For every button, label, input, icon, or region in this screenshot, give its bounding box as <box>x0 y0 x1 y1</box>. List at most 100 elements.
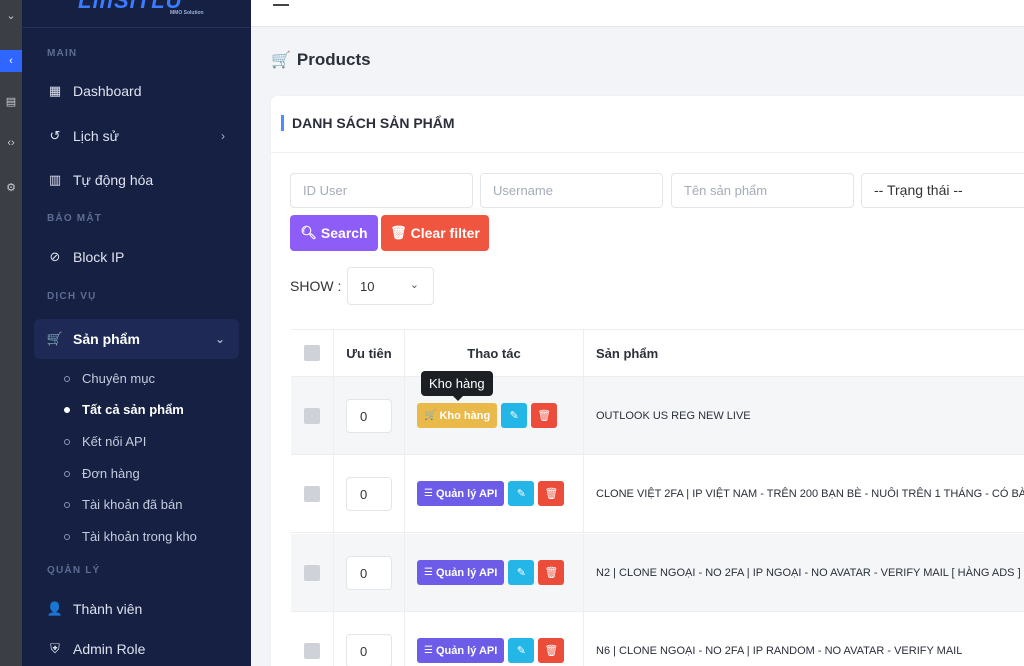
product-name: N6 | CLONE NGOẠI - NO 2FA | IP RANDOM - … <box>596 644 963 657</box>
row-checkbox[interactable] <box>304 564 320 581</box>
table-row: 0 ☰ Quản lý API ✎ 🗑︎ N6 | CLONE NGOẠI - N… <box>291 612 1024 666</box>
delete-button[interactable]: 🗑︎ <box>538 560 565 585</box>
edit-button[interactable]: ✎ <box>508 481 535 506</box>
sidebar-item-products[interactable]: 🛒 Sản phẩm ⌄ <box>34 319 239 359</box>
cart-icon: 🛒 <box>271 52 291 69</box>
chevron-down-icon[interactable]: ⌄ <box>0 4 22 26</box>
collapse-icon[interactable]: ‹ <box>0 50 22 72</box>
card-title: DANH SÁCH SẢN PHẨM <box>281 115 455 131</box>
sidebar-item-dashboard[interactable]: ▦ Dashboard <box>34 72 239 110</box>
header-select-all[interactable] <box>291 330 334 376</box>
sidebar-item-label: Sản phẩm <box>73 331 140 347</box>
delete-button[interactable]: 🗑︎ <box>531 403 558 428</box>
user-icon: 👤 <box>46 601 64 616</box>
api-manage-button[interactable]: ☰ Quản lý API <box>417 560 505 585</box>
sidebar-item-block-ip[interactable]: ⊘ Block IP <box>34 238 239 276</box>
block-icon: ⊘ <box>49 249 61 264</box>
delete-button[interactable]: 🗑︎ <box>538 638 565 663</box>
priority-input[interactable]: 0 <box>346 633 392 666</box>
dashboard-icon: ▦ <box>48 83 62 98</box>
product-name: N2 | CLONE NGOẠI - NO 2FA | IP NGOẠI - N… <box>596 566 1021 579</box>
sidebar-item-label: Block IP <box>73 249 125 265</box>
edit-icon: ✎ <box>516 567 526 579</box>
menu-toggle-icon[interactable] <box>273 4 289 6</box>
row-checkbox[interactable] <box>304 485 320 502</box>
edit-button[interactable]: ✎ <box>508 638 535 663</box>
username-input[interactable] <box>480 173 663 208</box>
sidebar-subitem-categories[interactable]: Chuyên mục <box>64 371 155 386</box>
chevron-right-icon: › <box>221 129 225 143</box>
page-size-select[interactable]: 10 ⌄ <box>347 267 434 305</box>
sidebar-subitem-sold-accounts[interactable]: Tài khoản đã bán <box>64 497 182 512</box>
status-select[interactable]: -- Trạng thái -- <box>861 173 1024 208</box>
sidebar-divider <box>22 27 251 28</box>
trash-icon: 🗑︎ <box>390 225 407 240</box>
delete-button[interactable]: 🗑︎ <box>538 481 565 506</box>
priority-input[interactable]: 0 <box>346 555 392 590</box>
chevron-down-icon: ⌄ <box>214 332 225 346</box>
row-checkbox[interactable] <box>304 407 320 424</box>
api-manage-button[interactable]: ☰ Quản lý API <box>417 638 505 663</box>
cart-icon: 🛒 <box>424 410 437 421</box>
top-bar <box>251 0 1024 27</box>
table-row: 0 🛒 Kho hàng ✎ 🗑︎ OUTLOOK US REG NEW LIVE <box>291 377 1024 455</box>
history-icon: ↺ <box>49 128 61 143</box>
stock-button[interactable]: 🛒 Kho hàng <box>417 403 498 428</box>
sidebar-subitem-all-products[interactable]: Tất cả sản phẩm <box>64 402 184 417</box>
api-manage-button[interactable]: ☰ Quản lý API <box>417 481 505 506</box>
sidebar-subitem-orders[interactable]: Đơn hàng <box>64 466 140 481</box>
edit-icon: ✎ <box>516 488 526 500</box>
trash-icon: 🗑︎ <box>544 645 559 657</box>
card-header: DANH SÁCH SẢN PHẨM <box>271 96 1024 153</box>
search-button[interactable]: 🔍︎ Search <box>290 215 378 251</box>
trash-icon: 🗑︎ <box>544 567 559 579</box>
sidebar-subitem-stock-accounts[interactable]: Tài khoản trong kho <box>64 529 197 544</box>
header-product: Sản phẩm <box>584 330 1024 376</box>
sidebar-item-admin-role[interactable]: ⛨ Admin Role <box>34 630 239 666</box>
products-card: DANH SÁCH SẢN PHẨM -- Trạng thái -- 🔍︎ S… <box>271 96 1024 666</box>
code-icon[interactable]: ‹› <box>0 132 22 154</box>
cart-icon: 🛒 <box>46 331 64 346</box>
trash-icon: 🗑︎ <box>537 410 552 422</box>
edit-icon: ✎ <box>516 645 526 657</box>
edit-button[interactable]: ✎ <box>501 403 528 428</box>
sidebar-item-automation[interactable]: ▥ Tự động hóa <box>34 161 239 199</box>
table-row: 0 ☰ Quản lý API ✎ 🗑︎ N2 | CLONE NGOẠI - N… <box>291 534 1024 612</box>
table-header: Ưu tiên Thao tác Sản phẩm <box>291 329 1024 377</box>
priority-input[interactable]: 0 <box>346 398 392 433</box>
settings-icon[interactable]: ⚙ <box>0 176 22 198</box>
chevron-down-icon: ⌄ <box>409 279 419 291</box>
row-checkbox[interactable] <box>304 642 320 659</box>
sidebar-item-label: Lịch sử <box>73 128 119 144</box>
server-icon: ☰ <box>424 645 433 656</box>
logo[interactable]: LinSiTLU MMO Solution <box>78 0 228 16</box>
calendar-icon: ▥ <box>48 172 62 187</box>
product-name-input[interactable] <box>671 173 854 208</box>
sidebar-item-label: Admin Role <box>73 641 146 657</box>
table-row: 0 ☰ Quản lý API ✎ 🗑︎ CLONE VIỆT 2FA | IP … <box>291 455 1024 533</box>
show-label: SHOW : <box>290 278 342 294</box>
id-user-input[interactable] <box>290 173 473 208</box>
document-icon[interactable]: ▤ <box>0 90 22 112</box>
shield-icon: ⛨ <box>50 641 60 656</box>
search-icon: 🔍︎ <box>300 225 317 240</box>
section-main: MAIN <box>47 48 78 59</box>
section-security: BẢO MẬT <box>47 213 103 224</box>
sidebar-item-members[interactable]: 👤 Thành viên <box>34 590 239 628</box>
edit-icon: ✎ <box>509 410 519 422</box>
header-priority: Ưu tiên <box>334 330 405 376</box>
clear-filter-button[interactable]: 🗑︎ Clear filter <box>381 215 489 251</box>
left-tool-strip: ⌄ ‹ ▤ ‹› ⚙ <box>0 0 22 666</box>
logo-tagline: MMO Solution <box>170 10 204 16</box>
sidebar-item-label: Dashboard <box>73 83 142 99</box>
sidebar-item-label: Tự động hóa <box>73 172 154 188</box>
sidebar: LinSiTLU MMO Solution MAIN ▦ Dashboard ↺… <box>22 0 251 666</box>
sidebar-item-history[interactable]: ↺ Lịch sử › <box>34 117 239 155</box>
product-name: OUTLOOK US REG NEW LIVE <box>596 409 751 422</box>
edit-button[interactable]: ✎ <box>508 560 535 585</box>
server-icon: ☰ <box>424 488 433 499</box>
sidebar-subitem-api-connect[interactable]: Kết nối API <box>64 434 146 449</box>
priority-input[interactable]: 0 <box>346 476 392 511</box>
sidebar-item-label: Thành viên <box>73 601 143 617</box>
checkbox[interactable] <box>304 345 320 361</box>
